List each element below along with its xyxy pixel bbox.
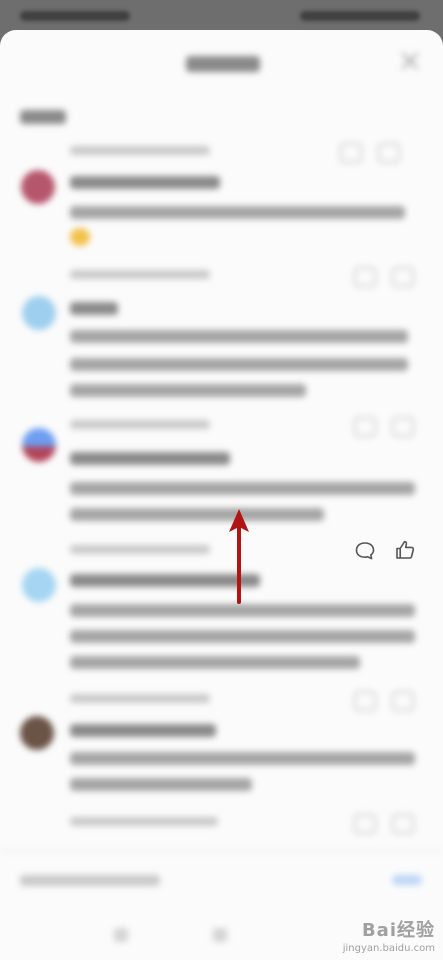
comment-text-line	[70, 384, 306, 397]
avatar[interactable]	[21, 170, 55, 204]
avatar[interactable]	[22, 428, 56, 462]
status-bar-left-blur	[20, 11, 130, 21]
comment-text-line	[70, 358, 408, 371]
avatar[interactable]	[22, 296, 56, 330]
status-bar	[0, 0, 443, 32]
comment-author[interactable]	[70, 724, 216, 737]
comment-sheet	[0, 30, 443, 960]
avatar[interactable]	[22, 568, 56, 602]
reply-icon[interactable]	[354, 814, 376, 834]
watermark: Bai经验 jingyan.baidu.com	[343, 916, 435, 954]
section-label	[20, 110, 66, 124]
blurred-content	[0, 30, 443, 960]
comment-text-line	[70, 656, 360, 669]
sheet-title	[186, 56, 260, 72]
comment-text-line	[70, 330, 408, 343]
like-icon[interactable]	[392, 267, 414, 287]
annotation-arrow-icon	[229, 509, 249, 604]
reply-icon[interactable]	[354, 417, 376, 437]
comment-input[interactable]	[20, 875, 160, 886]
close-icon[interactable]	[399, 50, 421, 72]
comment-text-line	[70, 482, 415, 495]
like-icon[interactable]	[378, 143, 400, 163]
status-bar-right-blur	[300, 11, 420, 21]
thumbs-up-icon[interactable]	[393, 538, 417, 562]
like-icon[interactable]	[392, 691, 414, 711]
comment-text-line	[70, 630, 415, 643]
comment-meta	[70, 817, 218, 826]
nav-home[interactable]	[213, 928, 227, 942]
comment-text-line	[70, 778, 252, 791]
speech-bubble-icon[interactable]	[354, 540, 376, 562]
send-button[interactable]	[392, 875, 422, 885]
comment-author[interactable]	[70, 176, 220, 189]
comment-text-line	[70, 604, 415, 617]
comment-meta	[70, 420, 210, 429]
avatar[interactable]	[20, 716, 54, 750]
comment-text-line	[70, 206, 405, 219]
reply-icon[interactable]	[340, 143, 362, 163]
comment-meta	[70, 146, 210, 155]
comment-text-line	[70, 752, 415, 765]
like-icon[interactable]	[392, 814, 414, 834]
emoji	[70, 228, 90, 246]
reply-icon[interactable]	[354, 691, 376, 711]
comment-meta	[70, 694, 210, 703]
comment-meta	[70, 545, 210, 554]
comment-author[interactable]	[70, 302, 118, 315]
like-icon[interactable]	[392, 417, 414, 437]
watermark-brand: Bai经验	[361, 920, 435, 941]
comment-meta	[70, 270, 210, 279]
watermark-url: jingyan.baidu.com	[342, 943, 435, 954]
comment-author[interactable]	[70, 452, 230, 465]
reply-icon[interactable]	[354, 267, 376, 287]
divider	[0, 850, 443, 851]
nav-back[interactable]	[114, 928, 128, 942]
comment-text-line	[70, 508, 324, 521]
